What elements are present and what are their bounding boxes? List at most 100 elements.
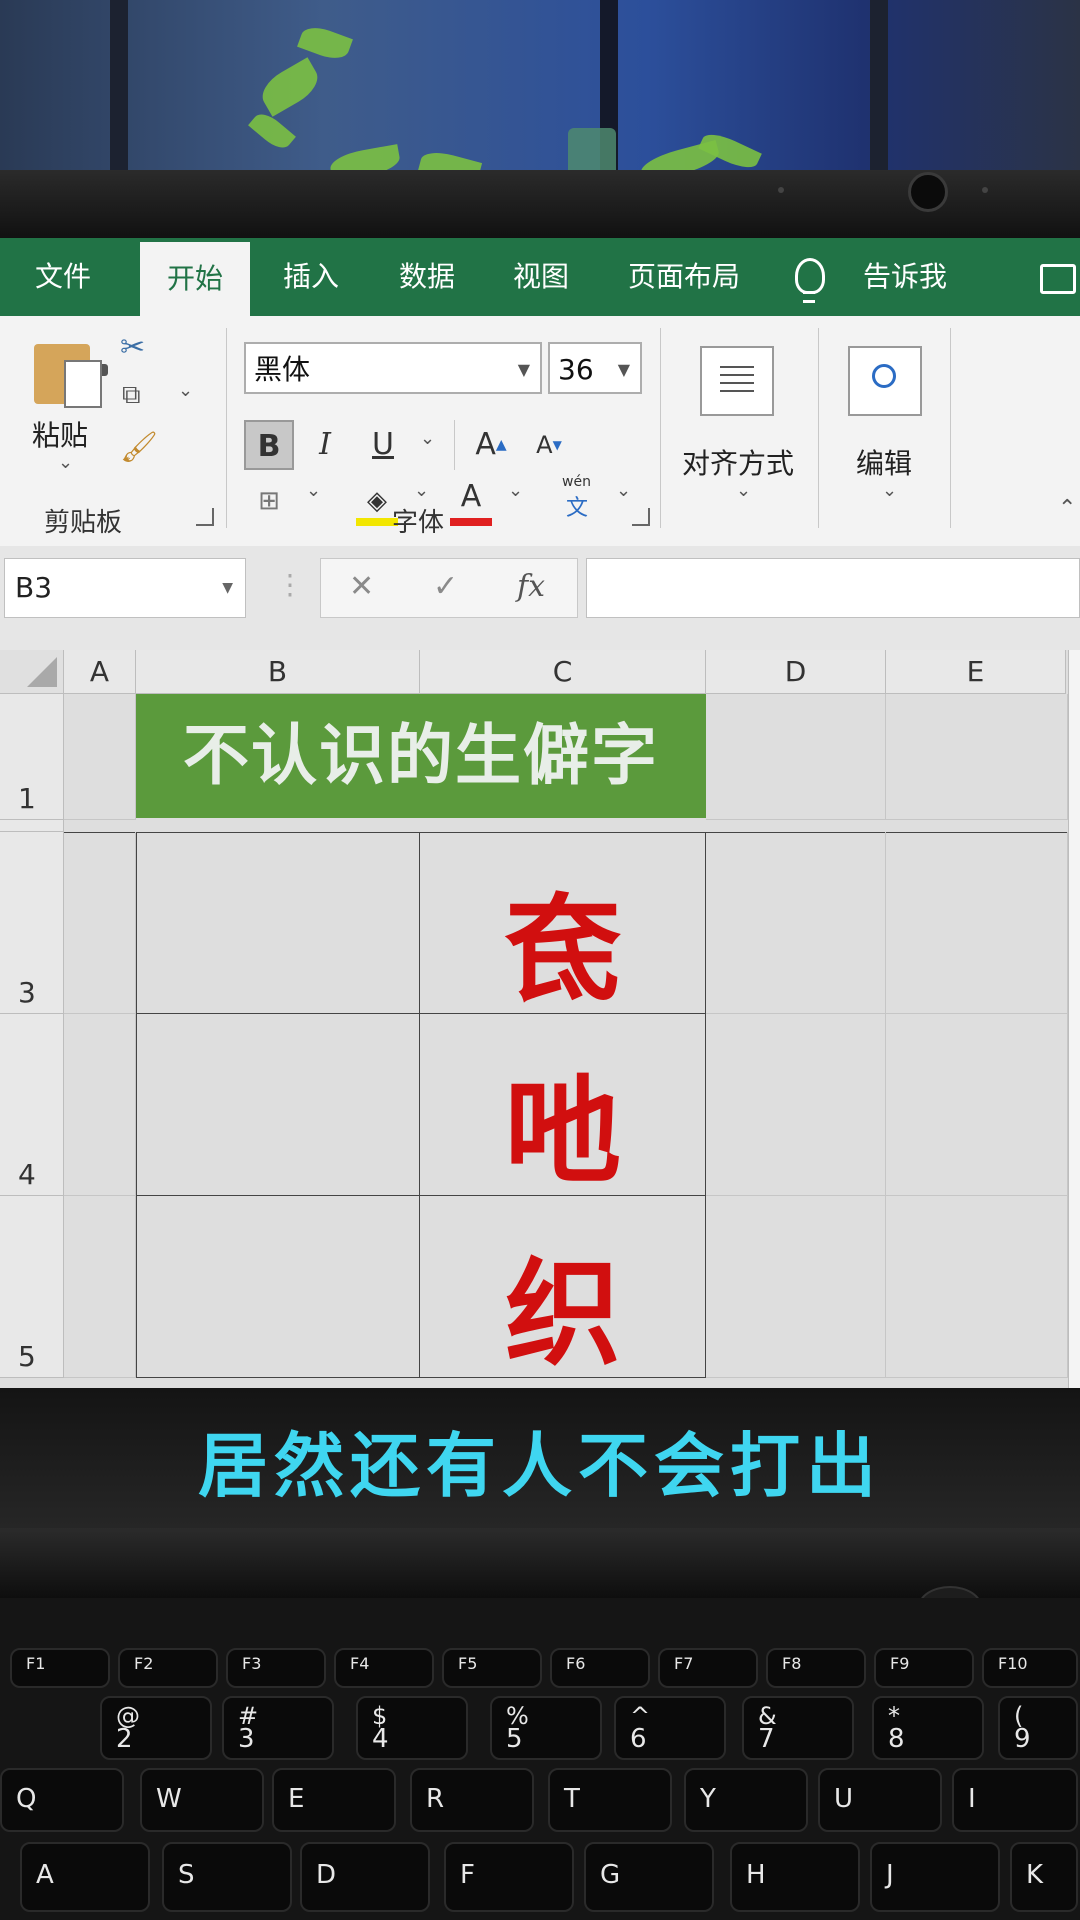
cell-b1-title[interactable]: 不认识的生僻字 <box>136 694 706 818</box>
key-f: F <box>444 1842 574 1912</box>
keyboard: F1 F2 F3 F4 F5 F6 F7 F8 F9 F10 @2 #3 $4 … <box>0 1598 1080 1920</box>
font-group-label: 字体 <box>392 508 445 538</box>
collapse-ribbon-icon[interactable]: ⌃ <box>1058 496 1076 521</box>
cell-e4[interactable] <box>886 1014 1068 1196</box>
column-header-b[interactable]: B <box>136 650 420 694</box>
font-launcher-icon[interactable] <box>632 508 650 526</box>
formula-bar: B3 ▼ ⋮ ✕ ✓ fx <box>0 546 1080 626</box>
cell-d1[interactable] <box>706 694 886 820</box>
bold-button[interactable]: B <box>244 420 294 470</box>
tab-data[interactable]: 数据 <box>372 238 482 316</box>
vertical-scrollbar[interactable] <box>1068 650 1080 1390</box>
font-size-select[interactable]: 36 ▼ <box>548 342 642 394</box>
tab-page-layout[interactable]: 页面布局 <box>612 238 756 316</box>
cell-a4[interactable] <box>64 1014 136 1196</box>
column-header-e[interactable]: E <box>886 650 1066 694</box>
more-options-icon[interactable]: ⋮ <box>276 568 304 601</box>
key-5: % 5 <box>490 1696 602 1760</box>
cell-e3[interactable] <box>886 832 1068 1014</box>
phonetic-guide-top[interactable]: wén <box>562 474 591 490</box>
phonetic-guide-icon[interactable]: 文 <box>566 490 588 522</box>
laptop-hinge <box>0 1528 1080 1598</box>
row-header-5[interactable]: 5 <box>0 1196 64 1378</box>
alignment-dropdown-icon[interactable]: ⌄ <box>736 480 751 501</box>
paste-icon[interactable] <box>34 344 108 408</box>
borders-icon[interactable]: ⊞ <box>244 476 294 526</box>
tell-me-search[interactable]: 告诉我 <box>850 238 960 316</box>
tab-home[interactable]: 开始 <box>140 242 250 316</box>
phonetic-dropdown-icon[interactable]: ⌄ <box>616 480 631 501</box>
name-box[interactable]: B3 ▼ <box>4 558 246 618</box>
format-painter-icon[interactable]: 🖌 <box>120 430 158 465</box>
column-header-a[interactable]: A <box>64 650 136 694</box>
font-color-dropdown-icon[interactable]: ⌄ <box>508 480 523 501</box>
key-f5: F5 <box>442 1648 542 1688</box>
font-color-swatch <box>450 518 492 526</box>
key-f6: F6 <box>550 1648 650 1688</box>
plant-leaf <box>255 57 325 117</box>
key-f7: F7 <box>658 1648 758 1688</box>
tab-insert[interactable]: 插入 <box>256 238 366 316</box>
italic-button[interactable]: I <box>300 420 350 470</box>
key-3: #3 <box>222 1696 334 1760</box>
key-f4: F4 <box>334 1648 434 1688</box>
row-header-1[interactable]: 1 <box>0 694 64 820</box>
cell-b3[interactable] <box>136 832 420 1014</box>
cell-a3[interactable] <box>64 832 136 1014</box>
key-f3: F3 <box>226 1648 326 1688</box>
group-divider <box>818 328 819 528</box>
editing-dropdown-icon[interactable]: ⌄ <box>882 480 897 501</box>
alignment-button[interactable] <box>700 346 774 416</box>
cell-a5[interactable] <box>64 1196 136 1378</box>
key-8: * 8 <box>872 1696 984 1760</box>
fill-color-dropdown-icon[interactable]: ⌄ <box>414 480 429 501</box>
row-header-2-collapsed[interactable] <box>0 820 64 832</box>
tab-view[interactable]: 视图 <box>486 238 596 316</box>
key-f1: F1 <box>10 1648 110 1688</box>
increase-font-size-button[interactable]: A▲ <box>466 420 516 470</box>
font-size-value: 36 <box>558 353 594 386</box>
cell-e1[interactable] <box>886 694 1068 820</box>
cell-d5[interactable] <box>706 1196 886 1378</box>
select-all-corner[interactable] <box>0 650 64 694</box>
clipboard-launcher-icon[interactable] <box>196 508 214 526</box>
row-header-3[interactable]: 3 <box>0 832 64 1014</box>
editing-button[interactable] <box>848 346 922 416</box>
borders-dropdown-icon[interactable]: ⌄ <box>306 480 321 501</box>
insert-function-icon[interactable]: fx <box>517 569 545 604</box>
copy-dropdown-icon[interactable]: ⌄ <box>178 380 193 401</box>
cell-a1[interactable] <box>64 694 136 820</box>
search-icon <box>872 364 896 388</box>
confirm-icon[interactable]: ✓ <box>433 569 458 604</box>
comments-icon[interactable] <box>1040 264 1076 294</box>
column-header-c[interactable]: C <box>420 650 706 694</box>
cell-b4[interactable] <box>136 1014 420 1196</box>
clipboard-clip <box>84 364 108 376</box>
font-name-value: 黑体 <box>254 353 311 386</box>
cut-icon[interactable]: ✂ <box>120 330 145 365</box>
tab-file[interactable]: 文件 <box>8 238 118 316</box>
font-color-icon[interactable]: A <box>446 472 496 522</box>
cell-d4[interactable] <box>706 1014 886 1196</box>
lightbulb-icon <box>795 258 825 303</box>
key-q: Q <box>0 1768 124 1832</box>
group-divider <box>226 328 227 528</box>
decrease-font-size-button[interactable]: A▼ <box>524 420 574 470</box>
paste-dropdown-icon[interactable]: ⌄ <box>58 452 73 473</box>
key-4: $4 <box>356 1696 468 1760</box>
cell-b5[interactable] <box>136 1196 420 1378</box>
key-h: H <box>730 1842 860 1912</box>
paste-button[interactable]: 粘贴 <box>32 414 88 454</box>
column-header-d[interactable]: D <box>706 650 886 694</box>
cancel-icon[interactable]: ✕ <box>349 569 374 604</box>
cell-d3[interactable] <box>706 832 886 1014</box>
copy-icon[interactable]: ⧉ <box>122 380 141 411</box>
formula-input[interactable] <box>586 558 1080 618</box>
row-header-4[interactable]: 4 <box>0 1014 64 1196</box>
ribbon-tab-bar: 文件 开始 插入 数据 视图 页面布局 告诉我 <box>0 238 1080 316</box>
underline-dropdown-icon[interactable]: ⌄ <box>420 428 435 449</box>
cell-e5[interactable] <box>886 1196 1068 1378</box>
font-name-select[interactable]: 黑体 ▼ <box>244 342 542 394</box>
underline-button[interactable]: U <box>358 420 408 470</box>
sensor-dot <box>982 187 988 193</box>
